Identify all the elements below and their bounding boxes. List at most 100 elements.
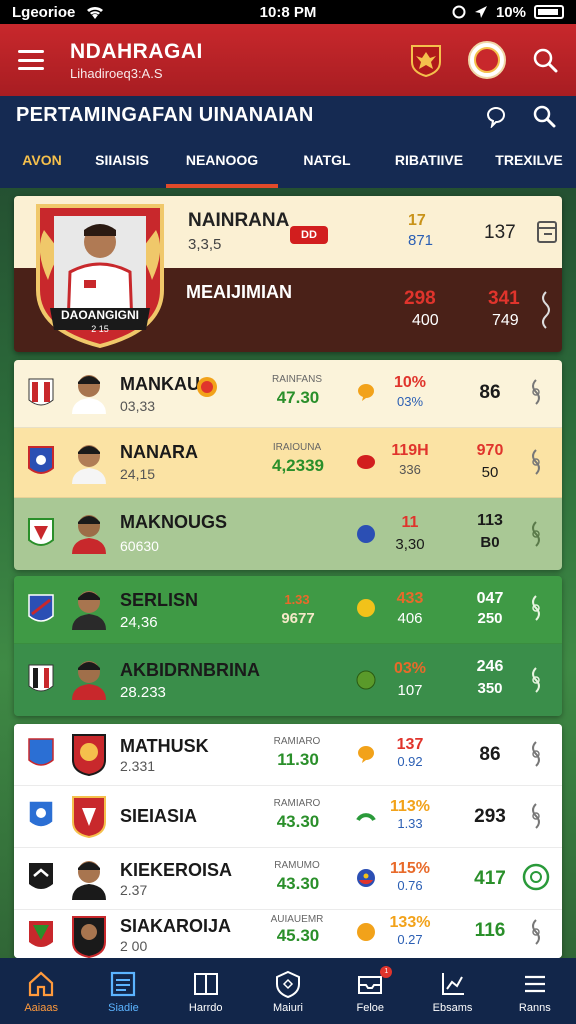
table-row[interactable]: SIAKAROIJA 2 00 AUIAUEMR 45.30 133% 0.27… — [14, 910, 562, 958]
percent-value: 03% — [393, 660, 427, 677]
club-flag-icon — [28, 378, 54, 406]
alarm-icon — [452, 5, 466, 19]
club-flag-icon — [28, 446, 54, 474]
speech-icon — [358, 384, 374, 401]
more-icon[interactable] — [524, 446, 548, 480]
player-group-1: MANKAU 03,33 RAINFANS 47.30 10% 03% 86 N… — [14, 360, 562, 570]
app-subtitle: Lihadiroeq3:A.S — [70, 65, 163, 81]
avatar — [72, 591, 106, 630]
percent-value: 133% — [389, 914, 431, 931]
stat-label: 1.33 — [284, 592, 310, 607]
nav-label: Aaiaas — [24, 1001, 58, 1014]
score-sub: 250 — [477, 610, 503, 627]
table-row[interactable]: SIEIASIA RAMIARO 43.30 113% 1.33 293 — [14, 786, 562, 848]
featured-name: NAINRANA — [188, 210, 290, 231]
tab-trexilve[interactable]: TREXILVE — [482, 148, 576, 188]
table-row[interactable]: MAKNOUGS 60630 11 3,30 113 B0 — [14, 498, 562, 570]
chat-icon[interactable] — [484, 104, 508, 128]
score-value: 417 — [474, 868, 506, 889]
player-name: NANARA — [120, 442, 198, 462]
tab-statistics[interactable]: SIIAISIS — [84, 148, 160, 188]
percent-sub: 336 — [399, 462, 421, 477]
brand: NDAHRAGAI Lihadiroeq3:A.S — [70, 40, 408, 81]
tab-avon[interactable]: AVON — [0, 148, 84, 188]
stat-value: 11.30 — [277, 750, 319, 769]
nav-book[interactable]: Harrdo — [165, 958, 247, 1024]
featured-pill: DD — [290, 226, 328, 244]
percent-value: 10% — [393, 374, 427, 391]
score-sub: 50 — [481, 464, 499, 481]
section-bar: PERTAMINGAFAN UINANAIAN AVON SIIAISIS NE… — [0, 96, 576, 188]
featured-score: 137 — [484, 222, 516, 243]
search-icon[interactable] — [532, 104, 556, 128]
section-title: PERTAMINGAFAN UINANAIAN — [16, 104, 314, 126]
tab-ribatiive[interactable]: RIBATIIVE — [376, 148, 482, 188]
avatar — [72, 661, 106, 700]
nav-label: Feloe — [356, 1001, 385, 1014]
more-icon[interactable] — [524, 664, 548, 698]
nav-chart[interactable]: Ebsams — [411, 958, 493, 1024]
federation-badge-icon[interactable] — [468, 41, 506, 79]
tab-neanoog[interactable]: NEANOOG — [166, 148, 278, 188]
more-icon[interactable] — [524, 376, 548, 410]
featured-bottom-stat-a: 298 — [404, 288, 436, 309]
shield-icon — [275, 970, 300, 998]
active-tab-indicator — [166, 184, 278, 188]
percent-sub: 107 — [397, 682, 423, 699]
score-value: 86 — [479, 382, 501, 403]
app-title: NDAHRAGAI — [70, 39, 203, 63]
notification-badge: 1 — [380, 966, 393, 978]
nav-shield[interactable]: Maiuri — [247, 958, 329, 1024]
more-icon[interactable] — [524, 738, 548, 772]
more-icon[interactable] — [538, 288, 554, 330]
nav-home[interactable]: Aaiaas — [0, 958, 82, 1024]
club-flag-icon — [29, 921, 53, 947]
table-row[interactable]: SERLISN 24,36 1.33 9677 433 406 047 250 — [14, 576, 562, 644]
featured-player-card[interactable]: DAOANGIGNI 2 15 NAINRANA 3,3,5 DD 17 871… — [14, 196, 562, 352]
calendar-icon[interactable] — [536, 218, 558, 244]
score-value: 86 — [479, 744, 501, 765]
speech-icon — [358, 746, 374, 763]
stat-label: AUIAUEMR — [270, 914, 324, 925]
club-crest-icon — [72, 796, 106, 838]
score-sub: 350 — [477, 680, 503, 697]
table-row[interactable]: MATHUSK 2.331 RAMIARO 11.30 137 0.92 86 — [14, 724, 562, 786]
club-flag-icon — [28, 738, 54, 766]
player-group-3: MATHUSK 2.331 RAMIARO 11.30 137 0.92 86 … — [14, 724, 562, 958]
table-row[interactable]: KIEKEROISA 2.37 RAMUMO 43.30 115% 0.76 4… — [14, 848, 562, 910]
stat-value: 47.30 — [276, 388, 320, 407]
featured-bottom-stat-d: 749 — [492, 312, 519, 329]
avatar — [72, 861, 106, 900]
table-row[interactable]: AKBIDRNBRINA 28.233 03% 107 246 350 — [14, 644, 562, 716]
tab-natgl[interactable]: NATGL — [278, 148, 376, 188]
score-value: 047 — [476, 590, 504, 607]
club-flag-icon — [28, 594, 54, 622]
clock: 10:8 PM — [259, 3, 317, 21]
percent-value: 11 — [401, 514, 419, 531]
club-crest-icon — [72, 734, 106, 776]
player-sub: 24,15 — [120, 466, 156, 482]
stat-value: 43.30 — [276, 812, 320, 831]
carrier-label: Lgeorioe — [12, 3, 76, 21]
nav-menu[interactable]: Ranns — [494, 958, 576, 1024]
more-icon[interactable] — [524, 592, 548, 626]
percent-value: 113% — [389, 798, 431, 815]
nav-label: Ebsams — [432, 1001, 473, 1014]
garuda-logo-icon[interactable] — [408, 42, 444, 78]
featured-stat-b: 871 — [408, 232, 434, 249]
nav-notifications[interactable]: 1 Feloe — [329, 958, 411, 1024]
nav-stats[interactable]: Siadie — [82, 958, 164, 1024]
menu-button[interactable] — [18, 50, 44, 70]
location-icon — [474, 6, 487, 18]
more-icon[interactable] — [524, 800, 548, 834]
search-icon[interactable] — [532, 47, 558, 73]
player-name: MATHUSK — [120, 736, 209, 756]
table-row[interactable]: MANKAU 03,33 RAINFANS 47.30 10% 03% 86 — [14, 360, 562, 428]
document-icon — [111, 971, 136, 996]
more-icon[interactable] — [524, 916, 548, 950]
target-icon[interactable] — [522, 860, 550, 894]
player-sub: 2.331 — [120, 758, 156, 774]
crest-label: DAOANGIGNI — [61, 308, 139, 322]
table-row[interactable]: NANARA 24,15 IRAIOUNA 4,2339 119H 336 97… — [14, 428, 562, 498]
more-icon[interactable] — [524, 518, 548, 552]
